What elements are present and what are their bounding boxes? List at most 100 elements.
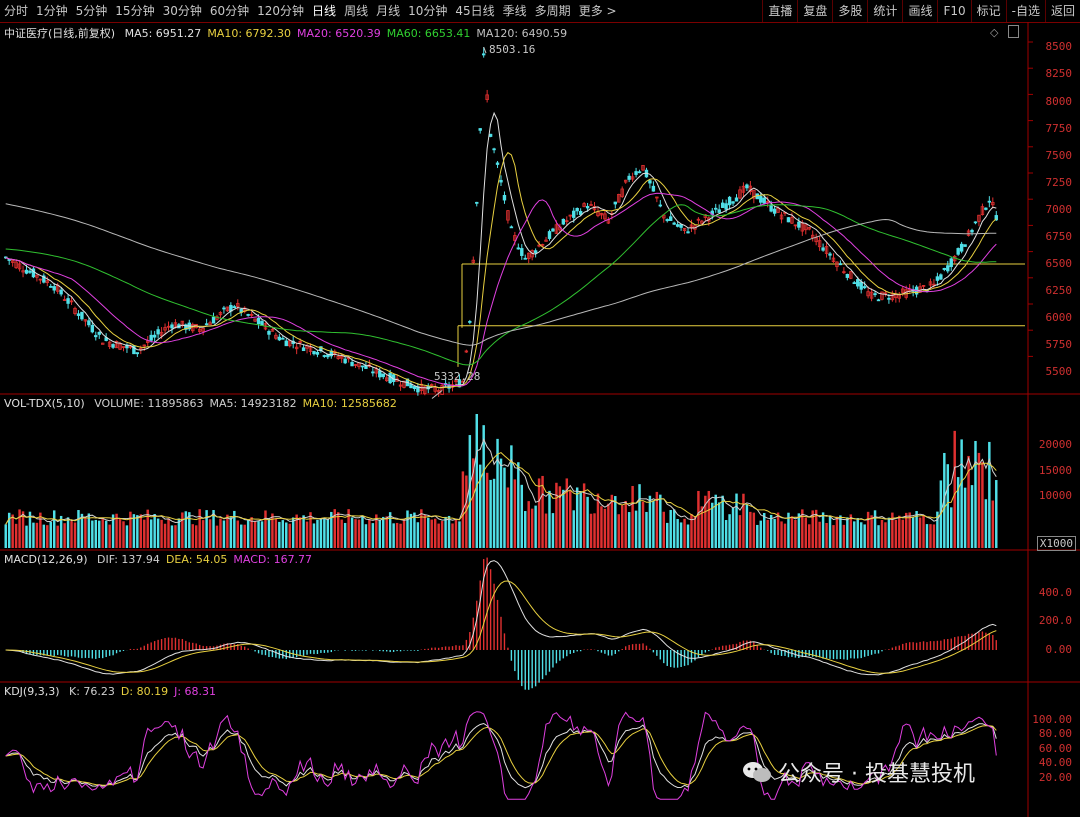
volume-bar xyxy=(984,499,988,548)
ma20-line xyxy=(5,192,997,387)
volume-legend: VOL-TDX(5,10) VOLUME: 11895863 MA5: 14923… xyxy=(4,397,403,410)
toolbar-button[interactable]: 标记 xyxy=(970,0,1006,22)
y-tick-label: 6000 xyxy=(1045,311,1073,325)
period-tab[interactable]: 45日线 xyxy=(451,0,498,22)
panel-toggle-icon[interactable] xyxy=(1008,25,1019,38)
period-tab[interactable]: 1分钟 xyxy=(32,0,72,22)
candle-body xyxy=(343,358,347,364)
volume-bar xyxy=(832,525,835,548)
volume-bar xyxy=(624,500,627,548)
candle-body xyxy=(658,204,663,207)
toolbar-button[interactable]: 返回 xyxy=(1044,0,1080,22)
candle-body xyxy=(585,206,590,209)
volume-bar xyxy=(132,514,136,548)
legend-value: D: 80.19 xyxy=(120,685,169,698)
period-tab[interactable]: 120分钟 xyxy=(253,0,308,22)
volume-bar xyxy=(451,523,454,548)
volume-bar xyxy=(960,439,963,548)
candle-body xyxy=(322,355,327,357)
y-tick-label: 0.00 xyxy=(1045,643,1073,656)
volume-bar xyxy=(170,525,174,548)
volume-bar xyxy=(458,521,461,548)
volume-bar xyxy=(243,524,246,548)
period-tab[interactable]: 30分钟 xyxy=(159,0,206,22)
volume-bar xyxy=(880,519,884,548)
volume-bar xyxy=(433,518,437,548)
volume-bar xyxy=(846,517,849,548)
volume-bar xyxy=(593,513,596,548)
volume-bar xyxy=(922,515,925,548)
period-tab[interactable]: 5分钟 xyxy=(72,0,112,22)
period-tab[interactable]: 季线 xyxy=(499,0,531,22)
candle-body xyxy=(371,371,375,374)
y-tick-label: 15000 xyxy=(1038,463,1072,477)
period-tab[interactable]: 日线 xyxy=(308,0,340,22)
volume-bar xyxy=(94,519,98,548)
toolbar-button[interactable]: 统计 xyxy=(867,0,902,22)
volume-bar xyxy=(340,519,343,548)
period-tab[interactable]: 15分钟 xyxy=(111,0,158,22)
period-tab[interactable]: 60分钟 xyxy=(206,0,253,22)
toolbar-button[interactable]: 直播 xyxy=(762,0,797,22)
period-tab[interactable]: 更多 > xyxy=(575,0,621,22)
volume-bar xyxy=(620,505,624,548)
candle-body xyxy=(672,222,676,225)
volume-bar xyxy=(125,525,129,548)
volume-bar xyxy=(382,516,385,548)
candle-body xyxy=(946,265,950,272)
volume-bar xyxy=(18,509,21,548)
volume-bar xyxy=(988,441,991,548)
toolbar-button[interactable]: -自选 xyxy=(1005,0,1045,22)
volume-bar xyxy=(143,519,146,548)
volume-bar xyxy=(11,514,14,548)
y-tick-label: 100.00 xyxy=(1032,713,1072,726)
candle-body xyxy=(745,184,749,189)
toolbar-button[interactable]: 复盘 xyxy=(797,0,832,22)
period-tab[interactable]: 10分钟 xyxy=(404,0,451,22)
volume-bar xyxy=(614,496,617,548)
candle-body xyxy=(762,197,766,204)
right-toolbar: 直播 复盘 多股 统计 画线 F10 标记 -自选 返回 xyxy=(762,0,1080,22)
diamond-icon[interactable]: ◇ xyxy=(990,26,998,39)
volume-bar xyxy=(49,521,52,548)
candle-body xyxy=(759,196,763,203)
period-tab[interactable]: 月线 xyxy=(372,0,404,22)
volume-bar xyxy=(794,519,797,548)
candle-body xyxy=(838,263,843,266)
volume-bar xyxy=(925,524,929,548)
volume-bar xyxy=(281,520,285,548)
volume-bar xyxy=(101,517,104,548)
candle-body xyxy=(533,250,538,253)
candle-body xyxy=(627,175,631,180)
candle-body xyxy=(939,274,943,280)
toolbar-button[interactable]: F10 xyxy=(937,0,970,22)
period-tab[interactable]: 多周期 xyxy=(531,0,575,22)
volume-bar xyxy=(520,484,524,548)
toolbar-button[interactable]: 画线 xyxy=(902,0,937,22)
volume-bar xyxy=(378,519,382,548)
volume-bar xyxy=(627,512,631,548)
toolbar-button[interactable]: 多股 xyxy=(832,0,867,22)
candle-body xyxy=(575,207,579,212)
candle-body xyxy=(686,231,690,234)
volume-bar xyxy=(14,523,18,548)
candle-body xyxy=(727,196,732,206)
volume-bar xyxy=(946,464,950,548)
volume-bar xyxy=(995,480,998,548)
volume-bar xyxy=(513,479,517,548)
macd-legend: MACD(12,26,9) DIF: 137.94 DEA: 54.05 MACD:… xyxy=(4,553,318,566)
volume-bar xyxy=(368,519,371,548)
volume-bar xyxy=(222,520,226,548)
candle-body xyxy=(509,226,514,229)
volume-bar xyxy=(898,515,901,548)
period-tab[interactable]: 周线 xyxy=(340,0,372,22)
volume-bar xyxy=(430,519,433,548)
volume-bar xyxy=(686,524,690,548)
volume-bar xyxy=(738,515,742,548)
period-tab[interactable]: 分时 xyxy=(0,0,32,22)
candle-body xyxy=(232,306,237,309)
volume-bar xyxy=(762,513,766,548)
legend-value: DIF: 137.94 xyxy=(97,553,160,566)
candle-body xyxy=(281,337,285,340)
candle-body xyxy=(409,383,413,389)
